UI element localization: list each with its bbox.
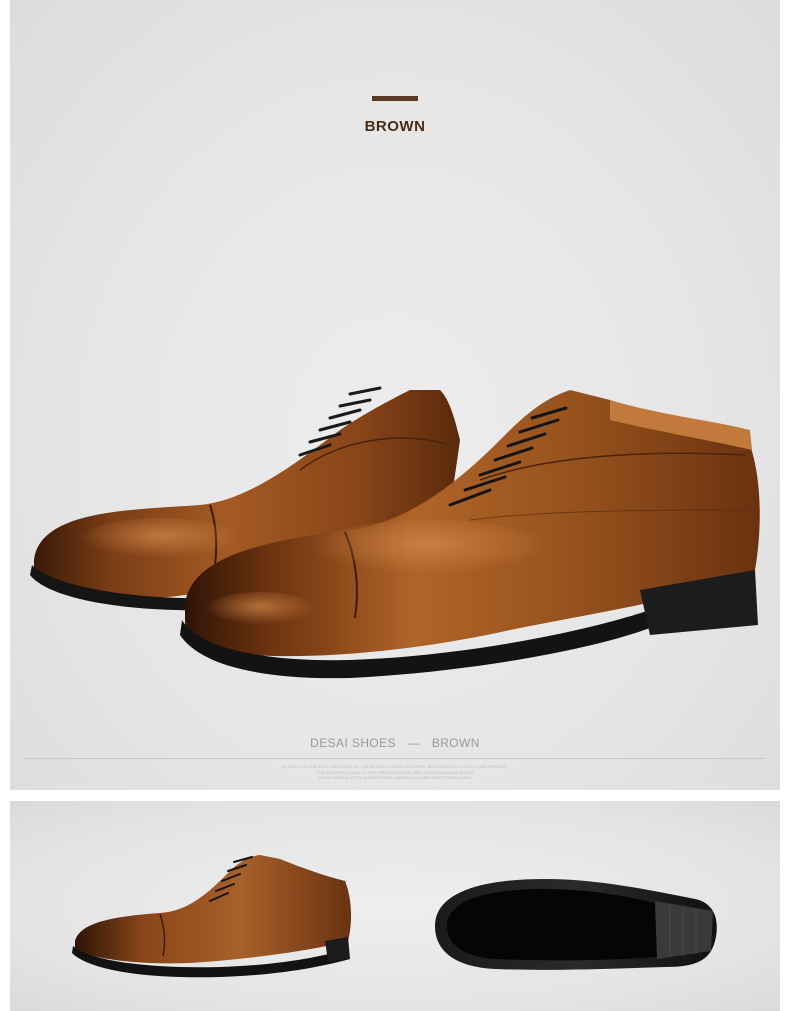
caption-brand: DESAI SHOES	[310, 736, 396, 750]
caption-color: BROWN	[431, 736, 480, 750]
side-view-image	[72, 855, 352, 978]
divider-line	[25, 758, 765, 759]
caption-dash: —	[407, 736, 421, 750]
accent-bar	[372, 96, 418, 101]
detail-panel	[10, 801, 780, 1011]
fine-print-line: RIGHT MADE IN STYLE MASTER SHOE MAKERS A…	[319, 775, 471, 780]
sole-view-image	[435, 879, 717, 970]
caption: DESAI SHOES — BROWN	[0, 736, 790, 750]
fine-print: TO GIVE YOU THE BEST SHOES ONE OF THE WO…	[0, 764, 790, 781]
hero-shoes-image	[30, 386, 760, 679]
color-title: BROWN	[364, 118, 426, 135]
